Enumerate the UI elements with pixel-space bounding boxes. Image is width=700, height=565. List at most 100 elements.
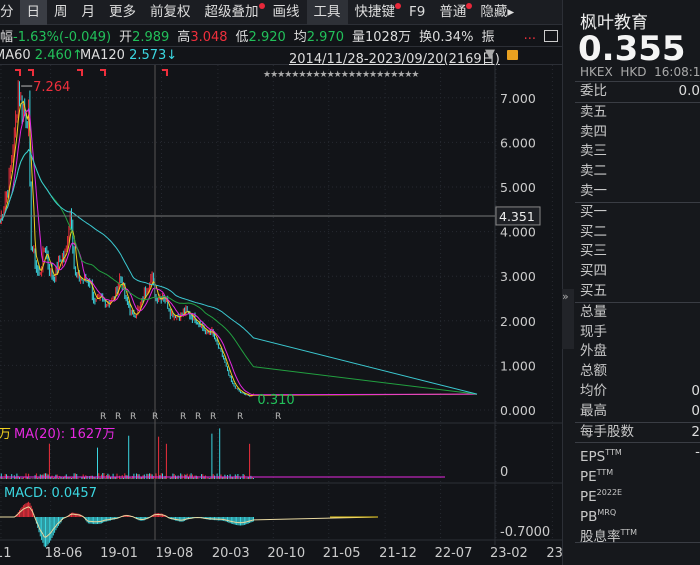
rating-stars: ★★★★★★★★★★★★★★★★★★★★★★ [263,70,419,80]
row-value: 0.0 [678,83,700,99]
r-marker: R [115,412,121,422]
row-label-sup: TTM [596,468,614,478]
event-flag-icon [77,69,83,76]
ma-row: MA60 2.460↑ MA120 2.573↓ 2014/11/28-2023… [0,47,562,67]
toolbar-item[interactable]: F9 [402,0,432,25]
ma-line-5 [0,100,478,396]
x-tick-label: 21-12 [379,546,417,561]
quote-info-bar: 幅-1.63%(-0.049) 开2.989 高3.048 低2.920 均2.… [0,25,562,47]
toolbar-item[interactable]: 超级叠加 [198,0,266,25]
toolbar-item[interactable]: 普通 [432,0,473,25]
x-tick-label: 20-10 [267,546,305,561]
row-value: 0 [691,402,700,419]
avg: 均2.970 [294,26,344,45]
more-button[interactable]: ... [524,28,536,43]
event-flag-icon [28,69,34,76]
r-marker: R [237,412,243,422]
y-tick-label: 2.000 [500,314,536,329]
toolbar-item[interactable]: 工具 [306,0,348,25]
turnover: 换0.34% [419,26,473,45]
toolbar-item[interactable]: 更多 [102,0,143,25]
high-label: 高 [177,30,191,45]
toolbar-item[interactable]: 日 [19,0,47,25]
y-tick-label: 0.000 [500,403,536,418]
row-label: 委比 [580,83,607,99]
toolbar-item[interactable]: 前复权 [143,0,198,25]
row-label: 卖五 [580,103,607,120]
ma-line-40 [0,148,478,395]
window-icon[interactable] [544,29,558,42]
x-tick-label: 11 [0,546,12,561]
y-tick-label: 7.000 [500,91,536,106]
row-label: 买二 [580,223,607,240]
r-marker: R [180,412,186,422]
row-label: 买三 [580,243,607,260]
quote-row: PBMRQ [563,503,700,525]
turnover-label: 换 [419,30,433,45]
ma120-label: MA120 [80,48,125,63]
expand-button[interactable]: » [562,289,574,349]
y-tick-label: 6.000 [500,135,536,150]
quote-row: 总额 [563,362,700,382]
notification-dot [466,2,473,9]
row-label: 买一 [580,203,607,220]
y-tick-label: 5.000 [500,180,536,195]
turnover-value: 0.34% [432,30,474,45]
quote-row: 总量 [563,303,700,323]
row-label: 最高 [580,402,607,419]
quote-row: EPSTTM - [563,443,700,465]
row-label: 现手 [580,323,607,340]
lock-icon[interactable] [507,50,518,60]
r-marker: R [130,412,136,422]
volume-ma-label: MA(20): 1627万 [14,427,115,442]
quote-row: 卖三 [563,142,700,162]
currency: HKD [620,65,647,79]
r-marker: R [195,412,201,422]
high: 高3.048 [177,26,227,45]
row-label: 买五 [580,282,607,299]
row-label: 外盘 [580,343,607,360]
quote-time: 16:08:1 [654,65,700,79]
event-flag-icon [15,69,21,76]
quote-row: 买一 [563,203,700,223]
toolbar-item[interactable]: 周 [47,0,75,25]
row-value: 0 [691,382,700,399]
amplitude-label: 振 [481,30,495,45]
toolbar-item[interactable]: 快捷键 [348,0,403,25]
row-label: 均价 [580,382,607,399]
quote-row: 卖二 [563,162,700,182]
quote-row: 买三 [563,242,700,262]
x-tick-label: 23-02 [490,546,528,561]
row-label: 股息率 [580,528,621,545]
low-value: 2.920 [248,30,286,45]
period-toolbar: 分日周月更多 前复权 超级叠加 画线 工具 快捷键 F9 普通 隐藏▸ [0,0,562,25]
toolbar-item[interactable]: 画线 [266,0,307,25]
notification-dot [395,2,401,9]
change: 幅-1.63%(-0.049) [0,26,111,45]
macd-tick-label: -0.7000 [500,525,550,540]
x-tick-label: 21-05 [323,546,361,561]
volume-unit: 万 [0,427,11,442]
high-label: 7.264 [33,80,70,95]
toolbar-item[interactable]: 隐藏▸ [473,0,521,25]
ma-line-10 [0,107,478,396]
ma-line-80 [0,148,478,395]
notification-dot [258,2,265,9]
toolbar-item[interactable]: 月 [75,0,103,25]
row-label: 总额 [580,363,607,380]
x-tick-label: 22-07 [435,546,473,561]
x-tick-label: 19-01 [100,546,138,561]
quote-row: 均价 0 [563,382,700,402]
x-tick-label: 20-03 [212,546,250,561]
ma120-value: 2.573↓ [129,48,178,63]
row-label: 卖一 [580,182,607,199]
change-label: 幅 [0,30,14,45]
y-tick-label: 1.000 [500,358,536,373]
x-tick-label: 18-06 [45,546,83,561]
range-dropdown-icon[interactable]: ▼ [485,47,495,62]
r-marker: R [152,412,158,422]
y-tick-label: 3.000 [500,269,536,284]
x-tick-label: 19-08 [156,546,194,561]
toolbar-item[interactable]: 分 [0,0,20,25]
price-chart[interactable]: 7.000 6.000 5.000 4.000 3.000 2.000 1.000 0.000… [0,65,562,565]
